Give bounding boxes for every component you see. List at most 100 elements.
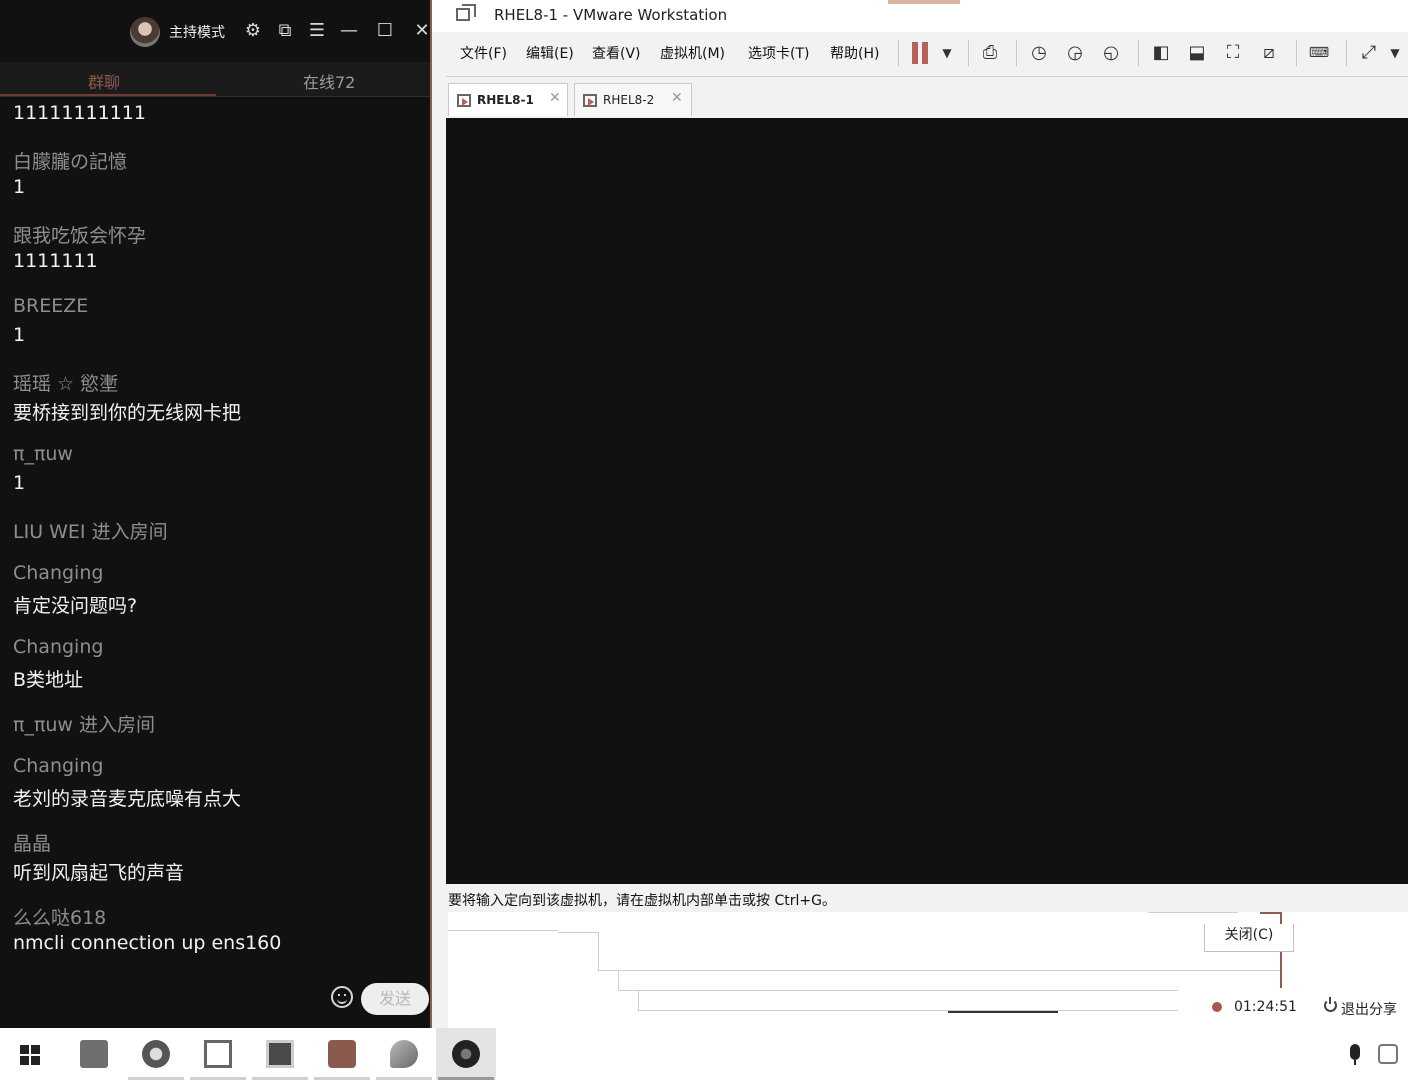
tab-rhel8-1[interactable]: RHEL8-1 ✕ — [448, 83, 568, 116]
vmware-icon — [204, 1040, 232, 1068]
menu-view[interactable]: 查看(V) — [592, 43, 641, 63]
stretch-icon[interactable]: ⤢ — [1356, 40, 1382, 66]
console-icon[interactable]: ⌨ — [1306, 40, 1332, 66]
message-sender: 白朦朧の記憶 — [13, 151, 128, 173]
render-artifact — [1148, 912, 1238, 913]
microphone-icon[interactable] — [1350, 1044, 1360, 1065]
message-text: 11111111111 — [13, 102, 146, 124]
window-title: RHEL8-1 - VMware Workstation — [494, 6, 728, 24]
close-tab-icon[interactable]: ✕ — [671, 90, 683, 106]
menubar: 文件(F) 编辑(E) 查看(V) 虚拟机(M) 选项卡(T) 帮助(H) ▼ … — [432, 32, 1408, 74]
render-artifact — [598, 970, 1280, 971]
input-hint: 要将输入定向到该虚拟机，请在虚拟机内部单击或按 Ctrl+G。 — [448, 893, 836, 909]
menu-edit[interactable]: 编辑(E) — [526, 43, 574, 63]
render-artifact — [598, 932, 599, 970]
message-sender: Changing — [13, 636, 104, 658]
taskbar-vmware[interactable] — [188, 1028, 248, 1080]
render-artifact — [948, 1011, 1058, 1013]
toolbar-separator — [1138, 40, 1139, 66]
message-sender: 么么哒618 — [13, 907, 107, 929]
host-avatar[interactable] — [130, 17, 160, 47]
paint-icon — [390, 1040, 418, 1068]
exit-share-button[interactable]: 退出分享 — [1341, 999, 1397, 1019]
power-icon[interactable] — [1324, 997, 1337, 1012]
menu-file[interactable]: 文件(F) — [460, 43, 507, 63]
chat-tabs: 群聊 在线72 — [0, 62, 432, 97]
message-text: B类地址 — [13, 669, 84, 691]
emoji-icon[interactable] — [331, 986, 353, 1008]
taskbar-recorder[interactable] — [436, 1028, 496, 1080]
pause-dropdown-icon[interactable]: ▼ — [934, 40, 960, 66]
menu-icon[interactable]: ☰ — [306, 20, 328, 42]
message-text: 1 — [13, 324, 26, 346]
settings-icon[interactable]: ⚙ — [242, 20, 264, 42]
vmware-window: RHEL8-1 - VMware Workstation 文件(F) 编辑(E)… — [430, 0, 1408, 1028]
status-area: 关闭(C) 01:24:51 退出分享 — [448, 912, 1408, 1028]
send-button[interactable]: 发送 — [361, 983, 429, 1015]
fullscreen-icon[interactable]: ⛶ — [1220, 40, 1246, 66]
render-artifact — [618, 970, 619, 990]
popout-icon[interactable]: ⧉ — [274, 20, 296, 42]
host-mode-label: 主持模式 — [169, 25, 225, 41]
message-sender: 跟我吃饭会怀孕 — [13, 225, 147, 247]
stretch-dropdown-icon[interactable]: ▼ — [1382, 40, 1408, 66]
menu-vm[interactable]: 虚拟机(M) — [660, 43, 725, 63]
start-button[interactable] — [0, 1028, 60, 1080]
vm-tab-bar: RHEL8-1 ✕ RHEL8-2 ✕ — [446, 76, 1408, 119]
thumbnail-bar-icon[interactable]: ⬓ — [1184, 40, 1210, 66]
snapshot-icon[interactable]: ◷ — [1026, 40, 1052, 66]
taskbar-file-explorer[interactable] — [64, 1028, 124, 1080]
snapshot-manager-icon[interactable]: ◵ — [1098, 40, 1124, 66]
message-text: 1 — [13, 472, 26, 494]
toolbar-separator — [968, 40, 969, 66]
tab-online-users[interactable]: 在线72 — [303, 69, 355, 93]
chat-header: 主持模式 ⚙ ⧉ ☰ — ☐ ✕ — [0, 0, 432, 62]
render-artifact — [638, 990, 639, 1010]
terminal-icon — [266, 1040, 294, 1068]
vm-console[interactable] — [446, 118, 1408, 884]
message-text: 肯定没问题吗? — [13, 595, 138, 617]
message-text: 1 — [13, 176, 26, 198]
taskbar-paint[interactable] — [374, 1028, 434, 1080]
message-sender: Changing — [13, 562, 104, 584]
toolbar-separator — [1016, 40, 1017, 66]
taskbar-notes[interactable] — [312, 1028, 372, 1080]
system-notice: π_πuw 进入房间 — [13, 714, 155, 736]
dialog-edge — [1260, 912, 1282, 914]
windows-logo-icon — [20, 1045, 40, 1065]
titlebar-accent-strip — [888, 0, 960, 4]
message-sender: BREEZE — [13, 295, 89, 317]
pause-icon[interactable] — [912, 42, 932, 64]
sidebar-toggle-icon[interactable]: ◧ — [1148, 40, 1174, 66]
render-artifact — [618, 990, 1178, 991]
taskbar-terminal[interactable] — [250, 1028, 310, 1080]
unity-icon[interactable]: ⧄ — [1256, 40, 1282, 66]
recording-indicator — [1212, 1002, 1222, 1012]
revert-snapshot-icon[interactable]: ◶ — [1062, 40, 1088, 66]
maximize-icon[interactable]: ☐ — [374, 20, 396, 42]
folder-icon — [80, 1040, 108, 1068]
message-sender: Changing — [13, 755, 104, 777]
message-text: 老刘的录音麦克底噪有点大 — [13, 788, 242, 810]
vmware-app-icon — [456, 4, 476, 21]
message-sender: 瑶瑶 ☆ 慾壍 — [13, 373, 119, 395]
menu-tabs[interactable]: 选项卡(T) — [748, 43, 809, 63]
render-artifact — [638, 1010, 1178, 1011]
menu-help[interactable]: 帮助(H) — [830, 43, 879, 63]
tab-rhel8-2[interactable]: RHEL8-2 ✕ — [574, 83, 692, 116]
recording-timer: 01:24:51 — [1234, 999, 1297, 1015]
message-text: 1111111 — [13, 250, 98, 272]
taskbar-browser[interactable] — [126, 1028, 186, 1080]
vmware-titlebar: RHEL8-1 - VMware Workstation — [432, 0, 1408, 32]
network-icon[interactable] — [1378, 1044, 1398, 1064]
send-keys-icon[interactable]: ⎙ — [977, 40, 1003, 66]
chat-panel: 主持模式 ⚙ ⧉ ☰ — ☐ ✕ 群聊 在线72 11111111111 白朦朧… — [0, 0, 432, 1028]
minimize-icon[interactable]: — — [338, 20, 360, 42]
tab-group-chat[interactable]: 群聊 — [88, 69, 120, 93]
toolbar-separator — [1296, 40, 1297, 66]
toolbar-separator — [1346, 40, 1347, 66]
close-button[interactable]: 关闭(C) — [1204, 924, 1294, 952]
close-tab-icon[interactable]: ✕ — [549, 90, 561, 106]
message-sender: π_πuw — [13, 443, 73, 465]
message-list: 11111111111 白朦朧の記憶 1 跟我吃饭会怀孕 1111111 BRE… — [0, 97, 432, 967]
